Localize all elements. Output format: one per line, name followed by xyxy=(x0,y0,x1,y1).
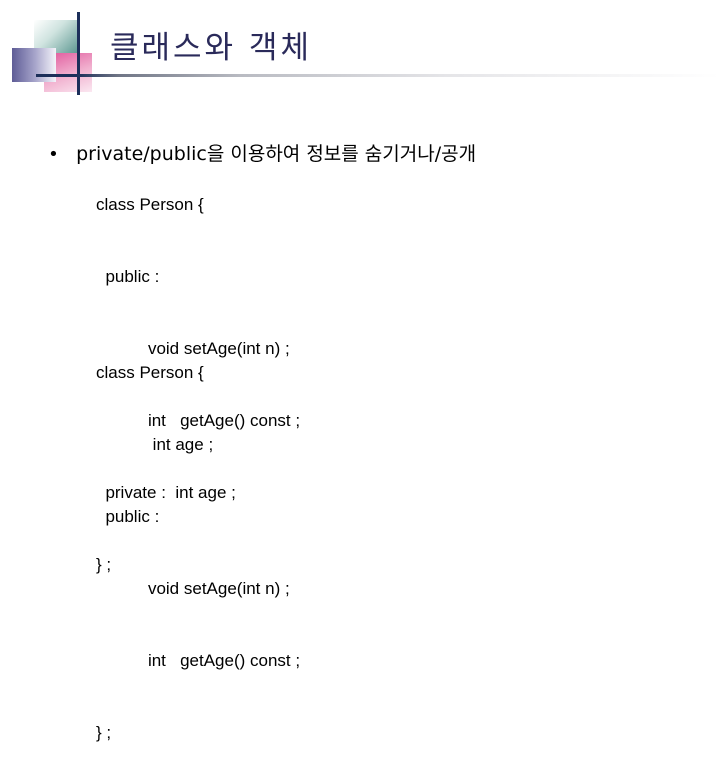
code-line: int age ; xyxy=(96,435,214,454)
bullet-marker: • xyxy=(48,144,59,165)
code-line: class Person { xyxy=(96,195,204,214)
code-line: public : xyxy=(96,267,160,286)
code-line: class Person { xyxy=(96,363,204,382)
slide-title: 클래스와 객체 xyxy=(110,30,312,66)
code-line: void setAge(int n) ; xyxy=(96,579,290,598)
title-decoration xyxy=(0,0,110,100)
vertical-accent-line xyxy=(77,12,80,95)
code-block-2: class Person { int age ; public : void s… xyxy=(96,313,300,769)
title-underline xyxy=(36,74,720,77)
code-line: public : xyxy=(96,507,160,526)
code-line: } ; xyxy=(96,723,112,742)
code-line: int getAge() const ; xyxy=(96,651,301,670)
